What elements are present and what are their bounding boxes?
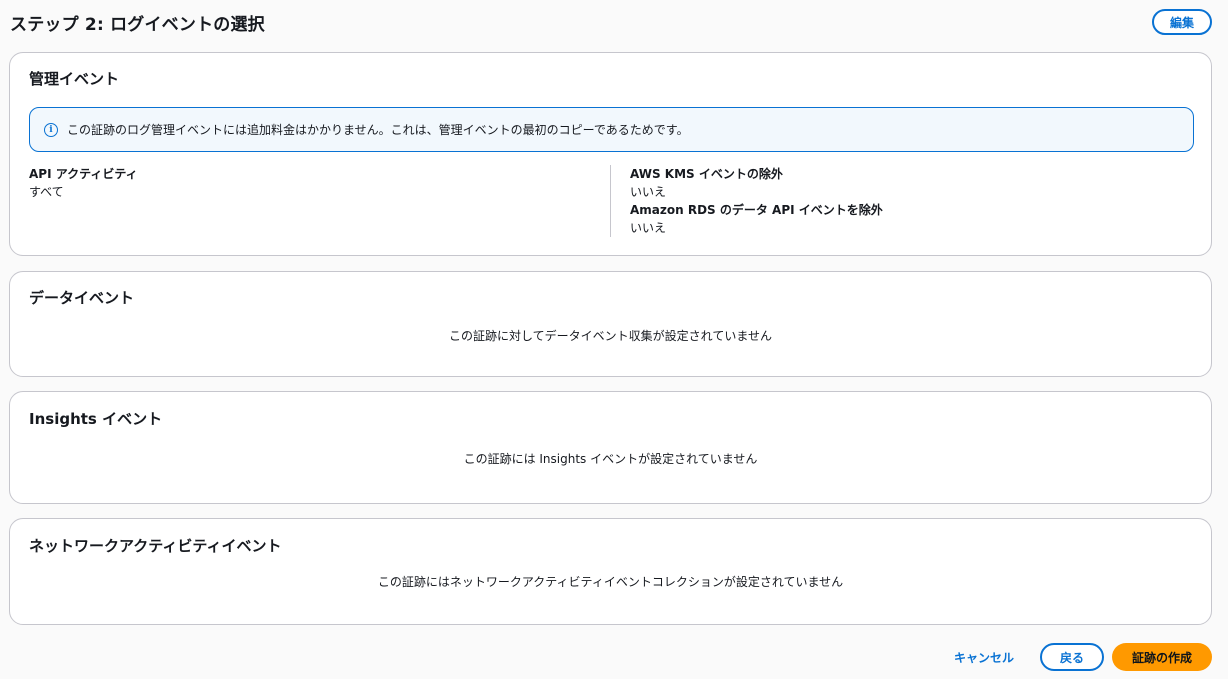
footer-actions: キャンセル 戻る 証跡の作成 bbox=[954, 643, 1212, 671]
api-activity-field: API アクティビティ すべて bbox=[29, 165, 138, 201]
exclusion-fields: AWS KMS イベントの除外 いいえ Amazon RDS のデータ API … bbox=[630, 165, 883, 237]
cancel-button[interactable]: キャンセル bbox=[954, 649, 1014, 666]
data-events-panel: データイベント この証跡に対してデータイベント収集が設定されていません bbox=[9, 271, 1212, 377]
page-title: ステップ 2: ログイベントの選択 bbox=[10, 14, 265, 35]
management-events-title: 管理イベント bbox=[29, 70, 120, 88]
info-alert: i この証跡のログ管理イベントには追加料金はかかりません。これは、管理イベントの… bbox=[29, 107, 1194, 152]
network-activity-empty-text: この証跡にはネットワークアクティビティイベントコレクションが設定されていません bbox=[377, 575, 844, 589]
management-events-panel: 管理イベント i この証跡のログ管理イベントには追加料金はかかりません。これは、… bbox=[9, 52, 1212, 256]
insights-events-empty-text: この証跡には Insights イベントが設定されていません bbox=[463, 452, 758, 466]
insights-events-title: Insights イベント bbox=[29, 410, 163, 428]
info-alert-text: この証跡のログ管理イベントには追加料金はかかりません。これは、管理イベントの最初… bbox=[67, 123, 689, 137]
network-activity-events-title: ネットワークアクティビティイベント bbox=[29, 537, 282, 555]
api-activity-value: すべて bbox=[29, 185, 64, 199]
back-button[interactable]: 戻る bbox=[1039, 643, 1104, 671]
kms-exclude-label: AWS KMS イベントの除外 bbox=[630, 167, 783, 181]
insights-events-panel: Insights イベント この証跡には Insights イベントが設定されて… bbox=[9, 391, 1212, 504]
create-trail-button[interactable]: 証跡の作成 bbox=[1111, 643, 1212, 671]
network-activity-events-panel: ネットワークアクティビティイベント この証跡にはネットワークアクティビティイベン… bbox=[9, 518, 1212, 625]
column-divider bbox=[610, 165, 611, 237]
edit-button[interactable]: 編集 bbox=[1151, 9, 1212, 35]
data-events-empty-text: この証跡に対してデータイベント収集が設定されていません bbox=[449, 329, 772, 343]
data-events-title: データイベント bbox=[29, 289, 135, 307]
rds-exclude-value: いいえ bbox=[630, 221, 667, 235]
rds-exclude-label: Amazon RDS のデータ API イベントを除外 bbox=[630, 203, 883, 217]
api-activity-label: API アクティビティ bbox=[29, 167, 138, 181]
kms-exclude-value: いいえ bbox=[630, 185, 667, 199]
info-icon: i bbox=[44, 122, 58, 137]
page-header: ステップ 2: ログイベントの選択 編集 bbox=[10, 0, 1212, 44]
